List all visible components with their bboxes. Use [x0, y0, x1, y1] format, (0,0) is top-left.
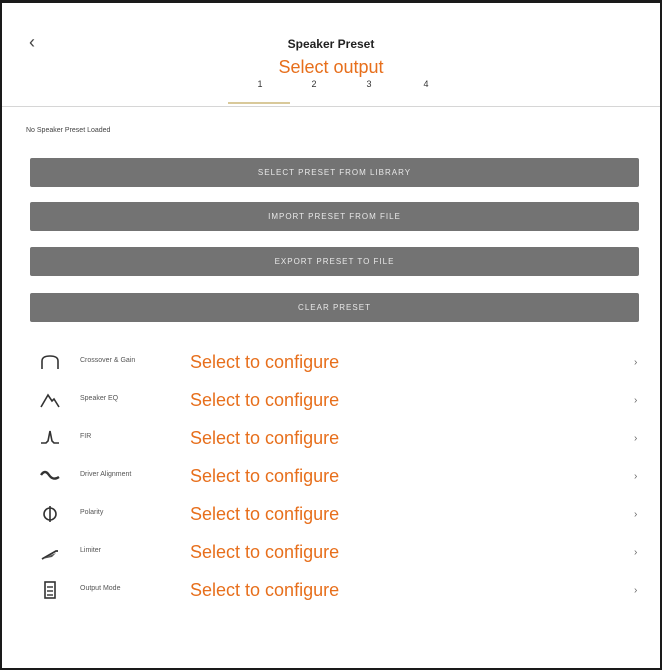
step-tab-1[interactable]: 1: [250, 79, 270, 89]
config-row-label: Speaker EQ: [80, 395, 119, 402]
chevron-right-icon: ›: [634, 509, 638, 520]
chevron-right-icon: ›: [634, 433, 638, 444]
config-row-hint: Select to configure: [190, 390, 340, 410]
page-title: Speaker Preset: [287, 37, 375, 51]
app-frame: ‹ Speaker Preset Select output 1 2 3 4 N…: [0, 0, 662, 670]
config-row-label: Driver Alignment: [80, 471, 132, 478]
chevron-right-icon: ›: [634, 547, 638, 558]
config-row-label: Limiter: [80, 547, 102, 554]
crossover-icon: [41, 355, 59, 369]
config-row-hint: Select to configure: [190, 352, 340, 372]
chevron-right-icon: ›: [634, 471, 638, 482]
output-mode-icon: [44, 581, 56, 599]
config-row-limiter[interactable]: Limiter Select to configure ›: [2, 533, 660, 571]
config-row-hint: Select to configure: [190, 542, 340, 562]
config-row-label: Output Mode: [80, 585, 121, 592]
active-step-indicator: [228, 102, 290, 104]
polarity-icon: [43, 506, 57, 522]
step-tab-2[interactable]: 2: [304, 79, 324, 89]
config-row-hint: Select to configure: [190, 428, 340, 448]
config-row-label: Polarity: [80, 509, 104, 516]
chevron-right-icon: ›: [634, 585, 638, 596]
config-row-crossover-gain[interactable]: Crossover & Gain Select to configure ›: [2, 343, 660, 381]
config-row-polarity[interactable]: Polarity Select to configure ›: [2, 495, 660, 533]
output-step-tabs: 1 2 3 4: [2, 79, 660, 104]
select-preset-from-library-button[interactable]: SELECT PRESET FROM LIBRARY: [30, 158, 639, 187]
export-preset-to-file-button[interactable]: EXPORT PRESET TO FILE: [30, 247, 639, 276]
limiter-icon: [41, 550, 58, 560]
config-row-hint: Select to configure: [190, 580, 340, 600]
config-row-speaker-eq[interactable]: Speaker EQ Select to configure ›: [2, 381, 660, 419]
preset-status-text: No Speaker Preset Loaded: [26, 127, 111, 134]
fir-icon: [41, 430, 59, 444]
header: ‹ Speaker Preset Select output 1 2 3 4: [2, 3, 660, 107]
driver-alignment-icon: [40, 470, 60, 480]
config-row-hint: Select to configure: [190, 504, 340, 524]
config-row-fir[interactable]: FIR Select to configure ›: [2, 419, 660, 457]
chevron-right-icon: ›: [634, 357, 638, 368]
chevron-right-icon: ›: [634, 395, 638, 406]
clear-preset-button[interactable]: CLEAR PRESET: [30, 293, 639, 322]
config-row-label: FIR: [80, 433, 92, 440]
step-tab-3[interactable]: 3: [359, 79, 379, 89]
step-tab-4[interactable]: 4: [416, 79, 436, 89]
config-row-output-mode[interactable]: Output Mode Select to configure ›: [2, 571, 660, 609]
page-subtitle: Select output: [278, 57, 384, 77]
speaker-eq-icon: [40, 393, 60, 408]
config-row-hint: Select to configure: [190, 466, 340, 486]
config-row-label: Crossover & Gain: [80, 357, 136, 364]
config-row-driver-alignment[interactable]: Driver Alignment Select to configure ›: [2, 457, 660, 495]
import-preset-from-file-button[interactable]: IMPORT PRESET FROM FILE: [30, 202, 639, 231]
